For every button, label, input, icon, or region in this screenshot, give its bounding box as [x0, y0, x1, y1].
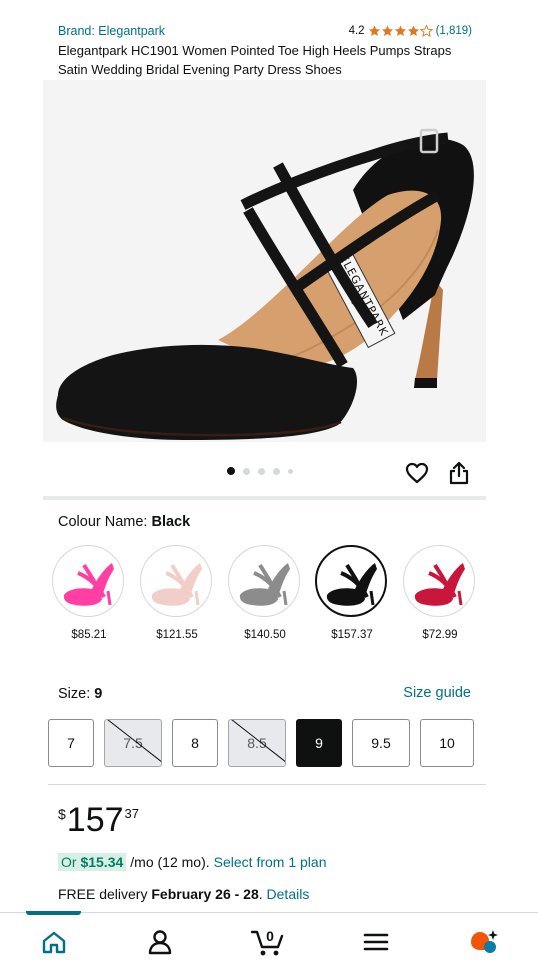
colour-swatch[interactable]: $121.55	[140, 545, 214, 641]
bottom-nav: 0	[0, 911, 538, 960]
menu-icon	[363, 933, 389, 951]
star-full-icon	[381, 25, 393, 37]
rating[interactable]: 4.2 (1,819)	[349, 25, 472, 37]
size-option[interactable]: 10	[420, 719, 474, 767]
size-option-label: 8.5	[247, 735, 267, 751]
nav-rufus[interactable]	[466, 927, 500, 957]
rating-stars	[368, 25, 433, 37]
size-option-unavailable[interactable]: 8.5	[228, 719, 286, 767]
cart-count: 0	[266, 928, 274, 944]
price-whole: 157	[66, 801, 124, 839]
size-option-label: 8	[191, 735, 199, 751]
monthly-or: Or	[61, 854, 77, 870]
size-option-label: 7.5	[123, 735, 143, 751]
brand-rating-row: Brand: Elegantpark 4.2 (1,819)	[58, 22, 472, 40]
colour-swatch-image	[228, 545, 300, 617]
colour-swatch-price: $157.37	[331, 629, 373, 641]
share-button[interactable]	[446, 460, 472, 486]
size-option[interactable]: 7	[48, 719, 94, 767]
carousel-dot[interactable]	[288, 468, 293, 474]
product-header: Brand: Elegantpark 4.2 (1,819) Elegantpa…	[58, 22, 472, 79]
size-option-label: 9.5	[371, 735, 391, 751]
colour-selected-value: Black	[151, 514, 191, 530]
size-label-text: Size:	[58, 686, 91, 702]
colour-swatch[interactable]: $140.50	[228, 545, 302, 641]
wishlist-button[interactable]	[404, 460, 430, 486]
size-label: Size: 9	[58, 686, 102, 702]
delivery-dates: February 26 - 28	[151, 886, 259, 902]
colour-swatch-image	[315, 545, 387, 617]
colour-swatch[interactable]: $72.99	[403, 545, 477, 641]
carousel-dots[interactable]	[227, 467, 293, 475]
nav-menu[interactable]	[359, 927, 393, 957]
colour-label-text: Colour Name:	[58, 514, 148, 530]
star-full-icon	[368, 25, 380, 37]
nav-home[interactable]	[37, 927, 71, 957]
monthly-amount: $15.34	[80, 854, 124, 870]
size-option[interactable]: 9.5	[352, 719, 410, 767]
price: $ 157 37	[58, 802, 139, 838]
colour-swatch-image	[52, 545, 124, 617]
delivery-details-link[interactable]: Details	[267, 886, 310, 902]
carousel-dot[interactable]	[258, 467, 265, 475]
size-option-label: 9	[315, 735, 323, 751]
price-fraction: 37	[124, 806, 139, 821]
delivery-prefix: FREE delivery	[58, 886, 148, 902]
nav-account[interactable]	[143, 927, 177, 957]
colour-swatch-price: $121.55	[156, 629, 198, 641]
section-divider	[43, 496, 486, 500]
monthly-highlight: Or $15.34	[58, 853, 127, 871]
rating-value: 4.2	[348, 25, 365, 37]
carousel-dot[interactable]	[227, 467, 235, 475]
size-option-label: 7	[67, 735, 75, 751]
size-option-label: 10	[439, 735, 455, 751]
delivery-info: FREE delivery February 26 - 28. Details	[58, 886, 309, 902]
account-icon	[148, 930, 172, 955]
colour-swatch-selected[interactable]: $157.37	[315, 545, 389, 641]
colour-swatch-price: $140.50	[244, 629, 286, 641]
rufus-icon	[471, 930, 498, 953]
rating-count: (1,819)	[435, 25, 472, 37]
price-currency: $	[58, 806, 66, 822]
size-option-selected[interactable]: 9	[296, 719, 342, 767]
size-option[interactable]: 8	[172, 719, 218, 767]
colour-swatch-price: $72.99	[422, 629, 458, 641]
colour-swatch-image	[140, 545, 212, 617]
colour-swatch-image	[403, 545, 475, 617]
size-option-unavailable[interactable]: 7.5	[104, 719, 162, 767]
star-full-icon	[407, 25, 419, 37]
nav-active-indicator	[26, 911, 81, 915]
cart-icon: 0	[250, 928, 284, 956]
monthly-payment: Or $15.34 /mo (12 mo). Select from 1 pla…	[58, 853, 326, 871]
star-empty-icon	[419, 25, 433, 37]
shoe-image: ELEGANTPARK ~	[56, 128, 474, 440]
monthly-term: /mo (12 mo).	[130, 854, 210, 870]
star-full-icon	[394, 25, 406, 37]
section-divider	[48, 784, 486, 785]
nav-cart[interactable]: 0	[250, 927, 284, 957]
heart-icon	[405, 462, 429, 484]
carousel-dot[interactable]	[273, 467, 280, 475]
share-icon	[449, 461, 469, 485]
carousel-dot[interactable]	[243, 467, 250, 475]
home-icon	[42, 931, 66, 954]
brand-link[interactable]: Brand: Elegantpark	[58, 24, 165, 38]
colour-swatch[interactable]: $85.21	[52, 545, 126, 641]
colour-label: Colour Name: Black	[58, 514, 190, 530]
select-plan-link[interactable]: Select from 1 plan	[214, 854, 327, 870]
colour-swatch-price: $85.21	[71, 629, 107, 641]
product-title: Elegantpark HC1901 Women Pointed Toe Hig…	[58, 43, 452, 77]
product-image[interactable]: ELEGANTPARK ~	[43, 80, 486, 442]
size-selected-value: 9	[94, 686, 103, 702]
delivery-suffix: .	[258, 886, 263, 902]
size-guide-link[interactable]: Size guide	[403, 685, 471, 701]
size-options: 7 7.5 8 8.5 9 9.5 10	[48, 719, 488, 767]
